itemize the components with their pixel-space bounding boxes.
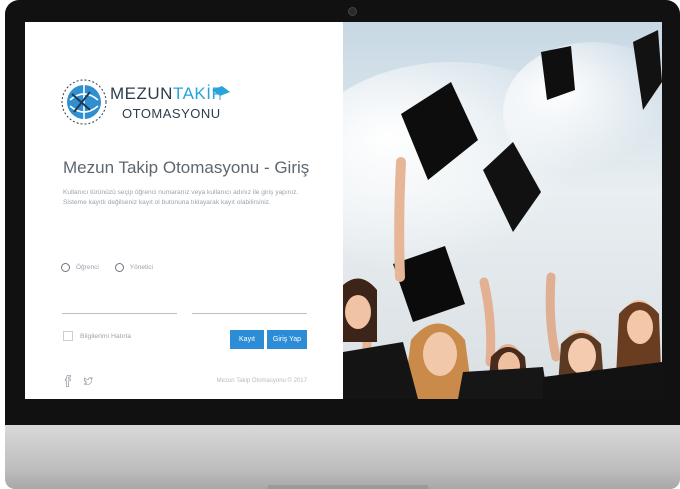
login-button[interactable]: Giriş Yap <box>267 330 307 349</box>
brand-name: MEZUNTAKİP <box>110 84 223 104</box>
monitor-stand <box>268 485 428 489</box>
twitter-icon[interactable] <box>83 375 93 387</box>
login-description: Kullanıcı türünüzü seçip öğrenci numaran… <box>63 188 311 207</box>
radio-ogrenci[interactable] <box>61 263 70 272</box>
copyright-text: Mezun Takip Otomasyonu © 2017 <box>216 378 307 384</box>
facebook-icon[interactable] <box>63 375 73 387</box>
username-input[interactable] <box>62 300 177 314</box>
graduation-photo <box>343 22 662 399</box>
radio-ogrenci-label[interactable]: Öğrenci <box>76 264 99 271</box>
password-input[interactable] <box>192 300 307 314</box>
page-title: Mezun Takip Otomasyonu - Giriş <box>63 158 310 177</box>
graduation-cap-globe-logo <box>61 79 230 125</box>
radio-yonetici[interactable] <box>114 263 124 272</box>
brand-subtitle: OTOMASYONU <box>122 106 221 121</box>
remember-checkbox[interactable] <box>63 331 73 341</box>
social-links <box>63 375 93 387</box>
register-button[interactable]: Kayıt Ol <box>230 330 264 362</box>
monitor-chin <box>5 425 680 489</box>
webcam-dot <box>348 7 357 16</box>
description-line-1: Kullanıcı türünüzü seçip öğrenci numaran… <box>63 189 299 196</box>
brand-name-accent: TAKİP <box>172 84 224 103</box>
user-type-selector: Öğrenci Yönetici <box>61 263 163 272</box>
description-line-2: Sisteme kayıtlı değilseniz kayıt ol buto… <box>63 198 271 206</box>
remember-me[interactable]: Bilgilerimi Hatırla <box>63 331 131 341</box>
brand-name-main: MEZUN <box>110 84 173 103</box>
login-panel: MEZUNTAKİP OTOMASYONU Mezun Takip Otomas… <box>25 22 343 399</box>
radio-yonetici-label[interactable]: Yönetici <box>130 264 153 271</box>
remember-label[interactable]: Bilgilerimi Hatırla <box>80 333 131 340</box>
screen: MEZUNTAKİP OTOMASYONU Mezun Takip Otomas… <box>25 22 662 399</box>
